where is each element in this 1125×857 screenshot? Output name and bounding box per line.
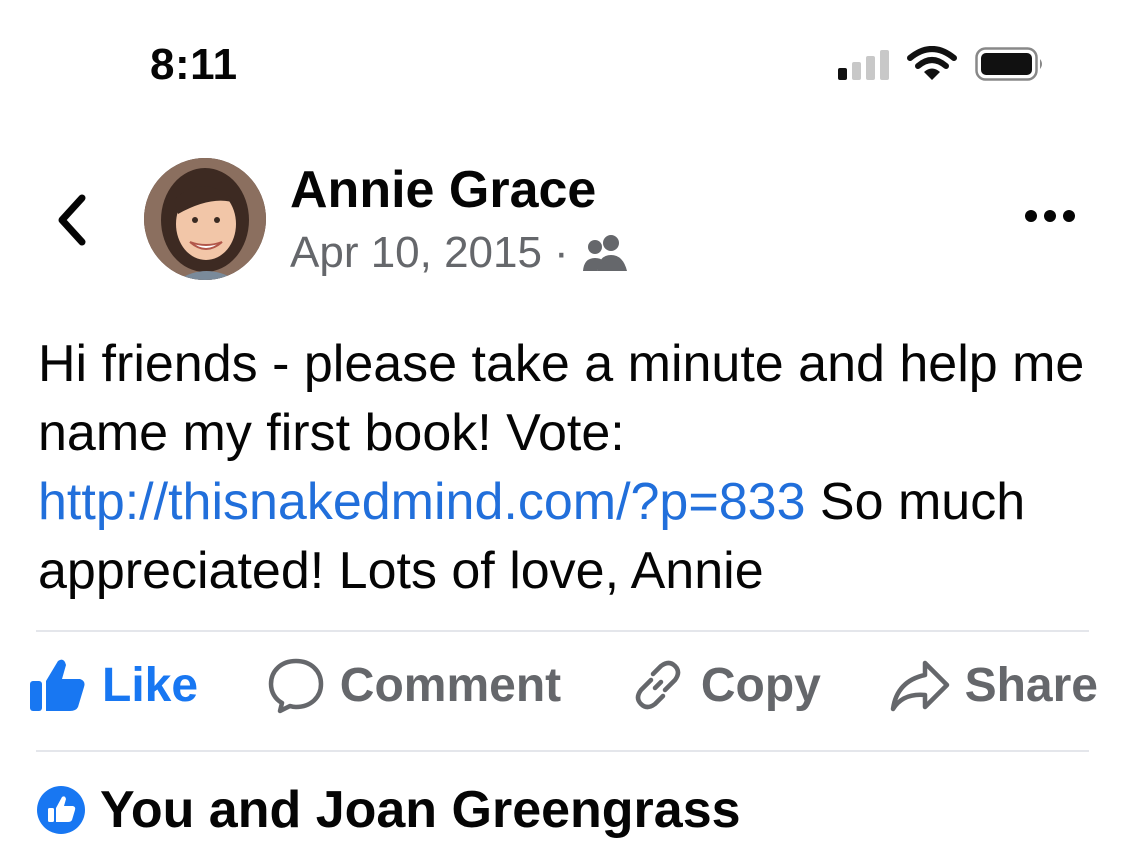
- status-icons: [838, 46, 1045, 82]
- copy-label: Copy: [700, 658, 821, 712]
- like-button[interactable]: Like: [28, 657, 198, 713]
- post-meta: Apr 10, 2015 ·: [290, 228, 629, 278]
- meta-separator: ·: [553, 228, 569, 277]
- thumbs-up-icon: [30, 659, 85, 711]
- reactions-text: You and Joan Greengrass: [100, 781, 741, 839]
- post-body: Hi friends - please take a minute and he…: [38, 330, 1098, 606]
- battery-icon: [975, 47, 1042, 81]
- post-link[interactable]: http://thisnakedmind.com/?p=833: [38, 473, 805, 531]
- comment-button[interactable]: Comment: [266, 655, 561, 715]
- friends-icon: [582, 235, 627, 271]
- post-date[interactable]: Apr 10, 2015: [290, 228, 542, 278]
- author-name[interactable]: Annie Grace: [290, 160, 596, 220]
- link-icon: [635, 660, 681, 710]
- status-time: 8:11: [150, 40, 238, 89]
- action-bar: Like Comment Copy Share: [28, 655, 1098, 715]
- share-icon: [890, 660, 949, 712]
- chevron-left-icon[interactable]: [52, 190, 92, 250]
- more-horizontal-icon[interactable]: [1025, 210, 1075, 222]
- wifi-icon: [907, 46, 957, 80]
- cellular-signal-icon: [838, 48, 889, 80]
- avatar[interactable]: [144, 158, 266, 280]
- share-label: Share: [964, 658, 1098, 712]
- comment-icon: [268, 658, 324, 714]
- copy-button[interactable]: Copy: [629, 656, 821, 714]
- share-button[interactable]: Share: [889, 657, 1098, 713]
- divider-bottom: [36, 750, 1089, 752]
- like-label: Like: [102, 658, 199, 712]
- divider-top: [36, 630, 1089, 632]
- like-badge-icon: [37, 786, 85, 834]
- post-text-before: Hi friends - please take a minute and he…: [38, 335, 1085, 462]
- reactions-summary[interactable]: You and Joan Greengrass: [36, 780, 741, 840]
- avatar-image: [144, 158, 266, 280]
- comment-label: Comment: [339, 658, 562, 712]
